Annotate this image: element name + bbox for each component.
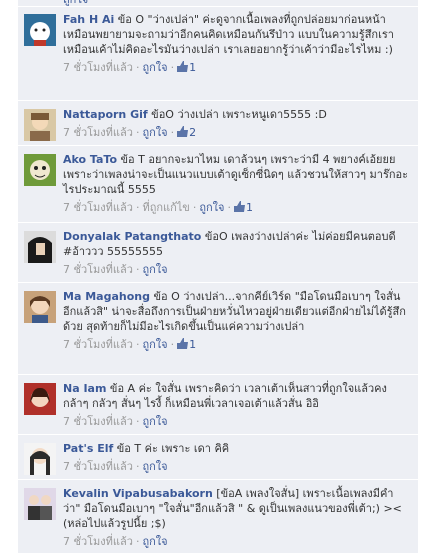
comment-time[interactable]: 7 ชั่วโมงที่แล้ว [63, 415, 133, 428]
comment-author[interactable]: Fah H Ai [63, 13, 114, 26]
comment-time[interactable]: 7 ชั่วโมงที่แล้ว [63, 263, 133, 276]
avatar[interactable] [24, 383, 56, 415]
avatar[interactable] [24, 291, 56, 323]
comment-item: Kevalin Vipabusabakorn [ข้อA เพลงใจสั่น]… [18, 481, 418, 553]
comment-author[interactable]: Ako TaTo [63, 153, 117, 166]
comment-text: ข้อO ว่างเปล่า เพราะหนูเดา5555 :D [147, 108, 327, 121]
like-count[interactable]: 1 [233, 201, 253, 214]
like-link[interactable]: ถูกใจ [142, 263, 167, 276]
comment-author[interactable]: Ma Magahong [63, 290, 150, 303]
comments-panel: ถูกใจ Fah H Ai ข้อ O "ว่างเปล่า" ค่ะดูจา… [18, 0, 418, 553]
like-count[interactable]: 2 [177, 126, 196, 139]
comment-time[interactable]: 7 ชั่วโมงที่แล้ว [63, 126, 133, 139]
comment-text: ข้อ A ค่ะ ใจสั่น เพราะคิดว่า เวลาเต้าเห็… [63, 382, 387, 410]
comment-text: ข้อ T ค่ะ เพราะ เดา คิคิ [113, 442, 230, 455]
avatar[interactable] [24, 443, 56, 475]
thumbs-up-icon [177, 61, 189, 72]
like-count[interactable]: 1 [177, 338, 196, 351]
like-link[interactable]: ถูกใจ [142, 126, 167, 139]
avatar[interactable] [24, 488, 56, 520]
like-link[interactable]: ถูกใจ [142, 460, 167, 473]
like-link[interactable]: ถูกใจ [142, 61, 167, 74]
thumbs-up-icon [177, 338, 189, 349]
comment-time[interactable]: 7 ชั่วโมงที่แล้ว [63, 201, 133, 214]
thumbs-up-icon [233, 201, 245, 212]
avatar[interactable] [24, 154, 56, 186]
previous-comment-footer: ถูกใจ [18, 0, 418, 7]
comment-item: Ako TaTo ข้อ T อยากจะมาไหม เดาล้วนๆ เพรา… [18, 147, 418, 223]
comment-item: Nattaporn Gif ข้อO ว่างเปล่า เพราะหนูเดา… [18, 102, 418, 146]
avatar[interactable] [24, 14, 56, 46]
edited-link[interactable]: ที่ถูกแก้ไข [142, 201, 189, 214]
avatar[interactable] [24, 109, 56, 141]
comment-author[interactable]: Pat's Elf [63, 442, 113, 455]
comment-time[interactable]: 7 ชั่วโมงที่แล้ว [63, 61, 133, 74]
like-count[interactable]: 1 [177, 61, 196, 74]
comment-time[interactable]: 7 ชั่วโมงที่แล้ว [63, 460, 133, 473]
comment-author[interactable]: Na Iam [63, 382, 106, 395]
thumbs-up-icon [177, 126, 189, 137]
comment-item: Na Iam ข้อ A ค่ะ ใจสั่น เพราะคิดว่า เวลา… [18, 376, 418, 435]
like-link[interactable]: ถูกใจ [142, 535, 167, 548]
avatar[interactable] [24, 231, 56, 263]
like-link[interactable]: ถูกใจ [142, 415, 167, 428]
comment-author[interactable]: Donyalak Patangthato [63, 230, 201, 243]
comment-item: Pat's Elf ข้อ T ค่ะ เพราะ เดา คิคิ 7 ชั่… [18, 436, 418, 480]
like-link[interactable]: ถูกใจ [142, 338, 167, 351]
like-link[interactable]: ถูกใจ [199, 201, 224, 214]
comment-author[interactable]: Kevalin Vipabusabakorn [63, 487, 213, 500]
comment-author[interactable]: Nattaporn Gif [63, 108, 148, 121]
comment-item: Fah H Ai ข้อ O "ว่างเปล่า" ค่ะดูจากเนื้อ… [18, 7, 418, 101]
comment-item: Donyalak Patangthato ข้อO เพลงว่างเปล่าค… [18, 224, 418, 283]
comment-item: Ma Magahong ข้อ O ว่างเปล่า...จากคีย์เวิ… [18, 284, 418, 375]
comment-time[interactable]: 7 ชั่วโมงที่แล้ว [63, 338, 133, 351]
comment-time[interactable]: 7 ชั่วโมงที่แล้ว [63, 535, 133, 548]
